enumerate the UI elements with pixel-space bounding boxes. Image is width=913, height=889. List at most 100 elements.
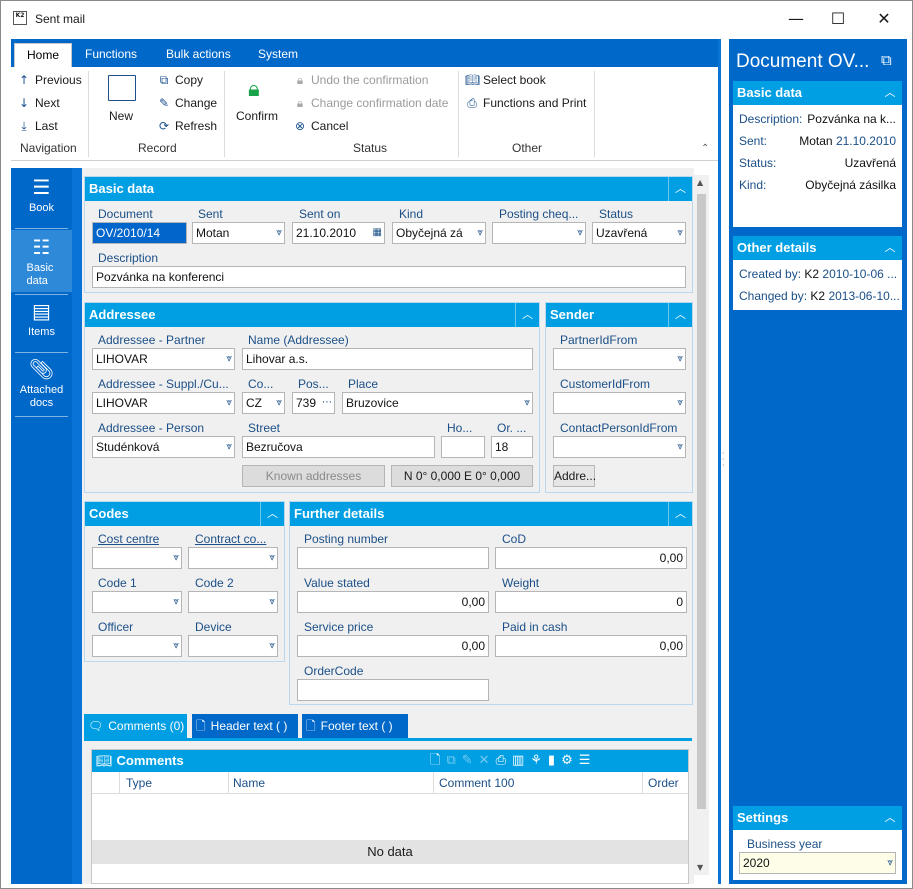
copy-button[interactable]: ⧉ Copy xyxy=(157,73,203,88)
collapse-icon[interactable]: ︿ xyxy=(260,502,284,526)
dropdown-icon: ⩔ xyxy=(524,397,530,408)
document-field[interactable]: OV/2010/14 xyxy=(92,222,187,244)
orientation-number-field[interactable]: 18 xyxy=(491,436,533,458)
nav-basic-data[interactable]: ☷ Basic data xyxy=(11,230,72,292)
tab-header-text[interactable]: 🗋︎ Header text ( ) xyxy=(192,714,298,738)
contract-code-label[interactable]: Contract co... xyxy=(195,532,280,546)
collapse-icon[interactable]: ︿ xyxy=(878,236,902,260)
cod-field[interactable]: 0,00 xyxy=(495,547,687,569)
tab-bulk-actions[interactable]: Bulk actions xyxy=(154,43,243,67)
business-year-select[interactable]: 2020 ⩔ xyxy=(739,852,896,874)
officer-select[interactable]: ⩔ xyxy=(92,635,182,657)
last-button[interactable]: ⤓ Last xyxy=(17,119,57,134)
postcode-field[interactable]: 739 ⋯ xyxy=(292,392,335,414)
contact-person-id-from-select[interactable]: ⩔ xyxy=(553,436,686,458)
kind-select[interactable]: Obyčejná zá ⩔ xyxy=(392,222,486,244)
partner-id-from-select[interactable]: ⩔ xyxy=(553,348,686,370)
nav-items[interactable]: ▤ Items xyxy=(11,300,72,348)
service-price-field[interactable]: 0,00 xyxy=(297,635,489,657)
maximize-button[interactable]: ☐ xyxy=(815,1,861,37)
addressee-partner-select[interactable]: LIHOVAR ⩔ xyxy=(92,348,235,370)
previous-button[interactable]: ↑ Previous xyxy=(17,73,82,87)
tab-functions[interactable]: Functions xyxy=(73,43,149,67)
columns-icon[interactable]: ▮ xyxy=(548,753,561,768)
copy-row-icon[interactable]: ⧉ xyxy=(446,753,461,768)
edit-row-icon[interactable]: ✎ xyxy=(462,753,479,768)
new-button[interactable]: New xyxy=(109,109,133,123)
undo-confirmation-button[interactable]: 🔒︎ Undo the confirmation xyxy=(293,73,429,88)
new-row-icon[interactable]: 🗋︎ xyxy=(430,753,446,768)
cancel-button[interactable]: ⊗ Cancel xyxy=(293,119,348,133)
scroll-up-icon[interactable]: ▲ xyxy=(697,178,703,187)
code2-select[interactable]: ⩔ xyxy=(188,591,278,613)
posting-number-field[interactable] xyxy=(297,547,489,569)
tab-system[interactable]: System xyxy=(246,43,310,67)
known-addresses-button[interactable]: Known addresses xyxy=(242,465,385,487)
column-order[interactable]: Order xyxy=(648,776,679,790)
house-number-field[interactable] xyxy=(441,436,485,458)
sent-select[interactable]: Motan ⩔ xyxy=(192,222,285,244)
comments-table: 📖︎ Comments 🗋︎⧉✎✕⎙▥⚘▮⚙☰ Type Name Comment… xyxy=(91,749,689,884)
status-select[interactable]: Uzavřená ⩔ xyxy=(592,222,686,244)
more-icon[interactable]: ⋯ xyxy=(322,393,332,413)
collapse-icon[interactable]: ︿ xyxy=(878,81,902,105)
addressee-person-select[interactable]: Studénková ⩔ xyxy=(92,436,235,458)
code1-select[interactable]: ⩔ xyxy=(92,591,182,613)
scrollbar-thumb[interactable] xyxy=(697,194,706,809)
pane-splitter[interactable]: · · · xyxy=(718,39,729,884)
external-link-icon[interactable]: ⧉ xyxy=(881,51,892,69)
print-icon[interactable]: ⎙ xyxy=(496,753,512,768)
refresh-button[interactable]: ⟳ Refresh xyxy=(157,119,217,133)
column-comment[interactable]: Comment 100 xyxy=(439,776,514,790)
next-button[interactable]: ↓ Next xyxy=(17,96,60,110)
description-field[interactable]: Pozvánka na konferenci xyxy=(92,266,686,288)
select-book-button[interactable]: 📖︎ Select book xyxy=(465,73,546,87)
collapse-icon[interactable]: ︿ xyxy=(668,177,692,201)
settings-gear-icon[interactable]: ⚙ xyxy=(561,753,579,768)
gps-coordinates-button[interactable]: N 0° 0,000 E 0° 0,000 xyxy=(391,465,533,487)
cost-centre-label[interactable]: Cost centre xyxy=(98,532,159,546)
posting-cheque-select[interactable]: ⩔ xyxy=(492,222,586,244)
contract-code-select[interactable]: ⩔ xyxy=(188,547,278,569)
weight-field[interactable]: 0 xyxy=(495,591,687,613)
delete-row-icon[interactable]: ✕ xyxy=(479,753,496,768)
scroll-down-icon[interactable]: ▼ xyxy=(697,863,703,872)
close-button[interactable]: ✕ xyxy=(861,1,907,37)
street-field[interactable]: Bezručova xyxy=(242,436,435,458)
minimize-button[interactable]: — xyxy=(773,1,819,37)
nav-attached-docs[interactable]: 📎︎ Attached docs xyxy=(11,358,72,414)
cost-centre-select[interactable]: ⩔ xyxy=(92,547,182,569)
order-code-field[interactable] xyxy=(297,679,489,701)
calendar-icon[interactable]: ▦ xyxy=(373,223,382,243)
menu-icon[interactable]: ☰ xyxy=(579,753,597,768)
collapse-icon[interactable]: ︿ xyxy=(668,303,692,327)
change-button[interactable]: ✎ Change xyxy=(157,96,217,110)
change-confirmation-date-button[interactable]: 🔒︎ Change confirmation date xyxy=(293,96,449,111)
nav-book[interactable]: ☰ Book xyxy=(11,176,72,224)
collapse-ribbon-icon[interactable]: ⌃ xyxy=(701,143,709,154)
address-button[interactable]: Addre... xyxy=(553,465,596,487)
country-select[interactable]: CZ ⩔ xyxy=(242,392,285,414)
column-name[interactable]: Name xyxy=(233,776,265,790)
tab-comments[interactable]: 🗨︎ Comments (0) xyxy=(84,714,187,738)
confirm-button[interactable]: Confirm xyxy=(236,109,278,123)
collapse-icon[interactable]: ︿ xyxy=(878,806,902,830)
paid-in-cash-field[interactable]: 0,00 xyxy=(495,635,687,657)
column-type[interactable]: Type xyxy=(126,776,152,790)
addressee-suppl-select[interactable]: LIHOVAR ⩔ xyxy=(92,392,235,414)
tab-home[interactable]: Home xyxy=(14,43,73,67)
collapse-icon[interactable]: ︿ xyxy=(515,303,539,327)
place-select[interactable]: Bruzovice ⩔ xyxy=(342,392,533,414)
functions-print-button[interactable]: ⎙ Functions and Print xyxy=(465,96,586,111)
tab-footer-text[interactable]: 🗋︎ Footer text ( ) xyxy=(302,714,408,738)
sender-panel: Sender ︿ PartnerIdFrom ⩔ CustomerIdFrom ⩔… xyxy=(545,302,693,493)
customer-id-from-select[interactable]: ⩔ xyxy=(553,392,686,414)
chart-icon[interactable]: ▥ xyxy=(512,753,530,768)
value-stated-field[interactable]: 0,00 xyxy=(297,591,489,613)
splitter-grip-icon[interactable]: · · · xyxy=(722,450,725,470)
sent-on-date-field[interactable]: 21.10.2010 ▦ xyxy=(292,222,385,244)
tree-icon[interactable]: ⚘ xyxy=(530,753,548,768)
name-addressee-field[interactable]: Lihovar a.s. xyxy=(242,348,533,370)
device-select[interactable]: ⩔ xyxy=(188,635,278,657)
collapse-icon[interactable]: ︿ xyxy=(668,502,692,526)
